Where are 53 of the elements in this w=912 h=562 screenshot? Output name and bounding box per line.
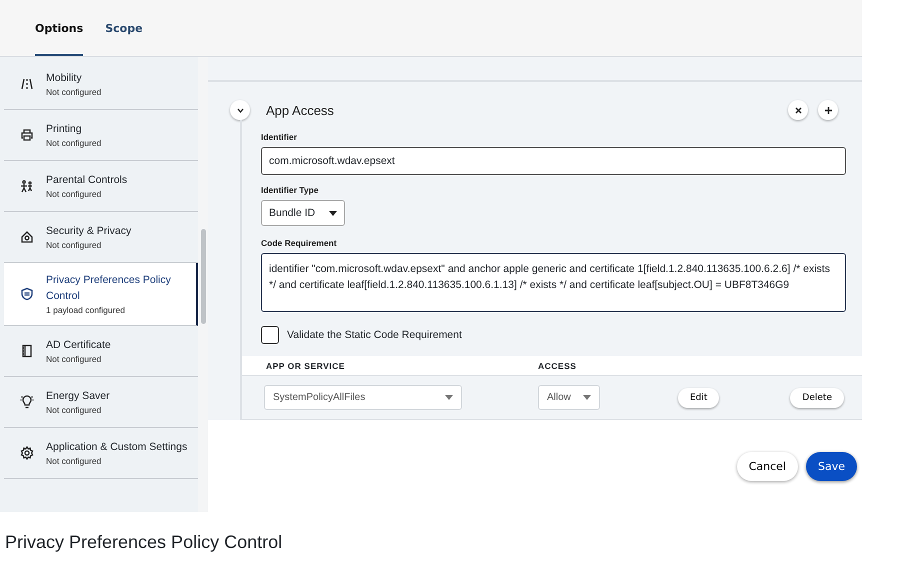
sidebar-item[interactable]: Privacy Preferences Policy Control 1 payload configured — [4, 263, 198, 326]
caret-icon — [445, 395, 453, 400]
identifier-type-dropdown[interactable]: Bundle ID — [261, 200, 345, 226]
book-icon — [20, 344, 34, 358]
light-bulb-icon — [20, 395, 34, 409]
caption: Privacy Preferences Policy Control — [4, 531, 284, 553]
gear-icon — [20, 446, 34, 460]
printer-icon — [20, 128, 34, 142]
access-dropdown[interactable]: Allow — [538, 385, 600, 410]
item-title: Privacy Preferences Policy Control — [46, 273, 172, 304]
checkbox-label: Validate the Static Code Requirement — [287, 329, 462, 341]
collapse-button[interactable] — [230, 100, 250, 120]
plus-icon — [824, 106, 832, 114]
scrollbar[interactable] — [198, 57, 208, 512]
item-status: Not configured — [46, 455, 102, 467]
caret-icon — [583, 395, 591, 400]
delete-button[interactable]: Delete — [790, 388, 844, 408]
item-title: Application & Custom Settings — [46, 440, 188, 455]
item-title: Energy Saver — [46, 389, 110, 404]
house-icon — [20, 230, 34, 244]
item-status: Not configured — [46, 239, 102, 251]
save-button[interactable]: Save — [806, 452, 857, 480]
field-label: Code Requirement — [261, 238, 338, 248]
item-title: Security & Privacy — [46, 224, 132, 239]
close-button[interactable] — [788, 100, 808, 120]
road-icon — [20, 77, 34, 91]
item-title: AD Certificate — [46, 338, 111, 353]
close-icon — [794, 106, 802, 114]
cancel-button[interactable]: Cancel — [736, 452, 798, 480]
identifier-field[interactable]: com.microsoft.wdav.epsext — [261, 147, 846, 175]
field-label: Identifier Type — [261, 185, 320, 195]
section-title: App Access — [266, 102, 335, 118]
item-status: Not configured — [46, 86, 102, 98]
item-status: Not configured — [46, 404, 102, 416]
column-header: ACCESS — [538, 361, 576, 371]
edit-button[interactable]: Edit — [678, 388, 720, 408]
column-header: APP OR SERVICE — [266, 361, 346, 371]
item-status: Not configured — [46, 137, 102, 149]
item-title: Printing — [46, 122, 83, 137]
item-title: Mobility — [46, 71, 83, 86]
app-dropdown[interactable]: SystemPolicyAllFiles — [264, 385, 462, 410]
field-label: Identifier — [261, 132, 298, 142]
tab[interactable]: Scope — [105, 0, 143, 56]
caret-icon — [329, 210, 337, 216]
checkbox[interactable] — [261, 326, 279, 344]
item-title: Parental Controls — [46, 173, 128, 188]
add-button[interactable] — [818, 100, 838, 120]
item-status: Not configured — [46, 188, 102, 200]
item-status: Not configured — [46, 353, 102, 365]
shield-icon — [20, 287, 34, 301]
code-requirement-field[interactable]: identifier "com.microsoft.wdav.epsext" and anchor apple generic and certificate 1[field.1.2.840.113635.100.6.2.6] /* exists */ and certificate leaf[field.1.2.840.113635.100.6.1.13] /* exists */ and certificate leaf[subject.OU] = UBF8T346G9 — [261, 253, 846, 312]
people-icon — [20, 179, 34, 193]
item-status: 1 payload configured — [46, 304, 126, 316]
